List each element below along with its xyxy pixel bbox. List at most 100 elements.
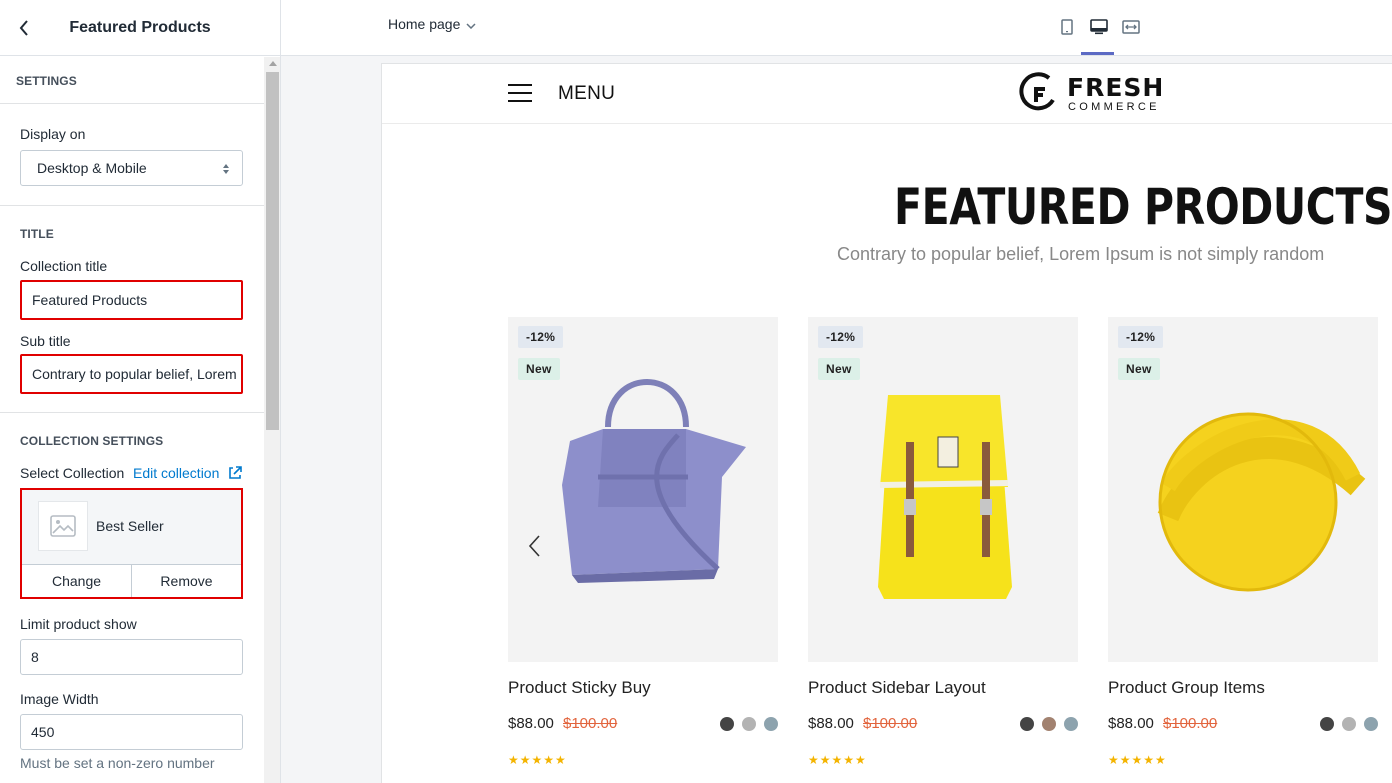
product-card[interactable]: -12% New Product Sticky Buy $88.00 $100.…: [508, 317, 778, 767]
new-badge: New: [818, 358, 860, 380]
collection-image-placeholder-icon: [38, 501, 88, 551]
limit-product-label: Limit product show: [20, 616, 137, 632]
discount-badge: -12%: [518, 326, 564, 348]
color-swatches: [720, 717, 778, 731]
scrollbar-thumb[interactable]: [266, 72, 279, 430]
chevron-left-icon[interactable]: [527, 534, 547, 560]
image-width-value: 450: [31, 724, 55, 740]
subtitle-label: Sub title: [20, 333, 71, 349]
price-row: $88.00 $100.00: [1108, 715, 1378, 735]
store-logo[interactable]: FRESH COMMERCE: [1019, 70, 1164, 118]
image-width-help: Must be set a non-zero number: [20, 755, 215, 771]
price-row: $88.00 $100.00: [808, 715, 1078, 735]
display-on-section: Display on Desktop & Mobile: [0, 104, 264, 206]
external-link-icon[interactable]: [228, 466, 242, 485]
section-subtitle: Contrary to popular belief, Lorem Ipsum …: [837, 244, 1325, 264]
product-price: $88.00: [508, 715, 554, 732]
product-title[interactable]: Product Sticky Buy: [508, 678, 651, 698]
compare-price: $100.00: [863, 715, 918, 732]
product-price: $88.00: [1108, 715, 1154, 732]
fullwidth-view-icon[interactable]: [1120, 14, 1142, 40]
section-title: FEATURED PRODUCTS: [894, 178, 1392, 236]
compare-price: $100.00: [1163, 715, 1218, 732]
product-image[interactable]: -12% New: [508, 317, 778, 662]
collection-title-value: Featured Products: [32, 292, 148, 308]
selected-collection-card: Best Seller Change Remove: [20, 488, 243, 599]
color-swatch[interactable]: [1020, 717, 1034, 731]
store-preview: MENU FRESH COMMERCE FEATURED PRODUCTS Co…: [381, 63, 1392, 783]
remove-collection-button[interactable]: Remove: [131, 565, 241, 597]
display-on-label: Display on: [20, 126, 86, 142]
sidebar-header: Featured Products: [0, 0, 280, 56]
product-image[interactable]: -12% New: [808, 317, 1078, 662]
compare-price: $100.00: [563, 715, 618, 732]
collection-settings-heading: COLLECTION SETTINGS: [20, 434, 164, 448]
collection-settings-section: COLLECTION SETTINGS Select Collection Ed…: [0, 413, 264, 783]
color-swatch[interactable]: [1320, 717, 1334, 731]
product-card[interactable]: -12% New Product Group Items $88.00 $100…: [1108, 317, 1378, 767]
fresh-logo-icon: [1019, 71, 1059, 117]
mobile-view-icon[interactable]: [1056, 14, 1078, 40]
price-row: $88.00 $100.00: [508, 715, 778, 735]
page-selector-label: Home page: [388, 16, 461, 32]
scroll-up-icon[interactable]: [269, 61, 277, 66]
page-selector[interactable]: Home page: [388, 16, 476, 32]
rating-stars: ★★★★★: [1108, 753, 1167, 767]
new-badge: New: [518, 358, 560, 380]
color-swatch[interactable]: [1042, 717, 1056, 731]
collection-title-label: Collection title: [20, 258, 108, 274]
product-title[interactable]: Product Sidebar Layout: [808, 678, 986, 698]
sidebar-scrollbar[interactable]: [264, 57, 280, 783]
display-on-select[interactable]: Desktop & Mobile: [20, 150, 243, 186]
product-card[interactable]: -12% New Product Sidebar Layout $88.00 $…: [808, 317, 1078, 767]
color-swatch[interactable]: [1064, 717, 1078, 731]
subtitle-value: Contrary to popular belief, Lorem Ipsum …: [32, 366, 241, 382]
sidebar-body: SETTINGS Display on Desktop & Mobile TIT…: [0, 57, 264, 783]
sidebar-title: Featured Products: [69, 18, 211, 36]
back-arrow-icon[interactable]: [10, 14, 38, 42]
product-price: $88.00: [808, 715, 854, 732]
active-view-indicator: [1081, 52, 1114, 55]
color-swatches: [1320, 717, 1378, 731]
color-swatch[interactable]: [1342, 717, 1356, 731]
logo-sub: COMMERCE: [1068, 100, 1160, 113]
product-image[interactable]: -12% New: [1108, 317, 1378, 662]
view-switcher: [1056, 14, 1142, 40]
settings-section: SETTINGS: [0, 57, 264, 104]
title-section-heading: TITLE: [20, 227, 54, 241]
rating-stars: ★★★★★: [508, 753, 567, 767]
color-swatch[interactable]: [764, 717, 778, 731]
product-title[interactable]: Product Group Items: [1108, 678, 1265, 698]
editor-topbar: Home page: [281, 0, 1392, 56]
hamburger-menu-icon[interactable]: [508, 82, 534, 104]
title-section: TITLE Collection title Featured Products…: [0, 206, 264, 413]
color-swatch[interactable]: [720, 717, 734, 731]
limit-product-input[interactable]: 8: [20, 639, 243, 675]
settings-label: SETTINGS: [16, 74, 77, 88]
collection-actions: Change Remove: [22, 564, 241, 597]
color-swatch[interactable]: [742, 717, 756, 731]
color-swatches: [1020, 717, 1078, 731]
settings-sidebar: Featured Products SETTINGS Display on De…: [0, 0, 281, 783]
store-header: MENU FRESH COMMERCE: [382, 64, 1392, 124]
logo-text: FRESH COMMERCE: [1067, 72, 1165, 114]
color-swatch[interactable]: [1364, 717, 1378, 731]
discount-badge: -12%: [818, 326, 864, 348]
new-badge: New: [1118, 358, 1160, 380]
change-collection-button[interactable]: Change: [22, 565, 131, 597]
desktop-view-icon[interactable]: [1088, 14, 1110, 40]
select-arrows-icon: [222, 162, 230, 178]
collection-title-input[interactable]: Featured Products: [20, 280, 243, 320]
rating-stars: ★★★★★: [808, 753, 867, 767]
subtitle-input[interactable]: Contrary to popular belief, Lorem Ipsum …: [20, 354, 243, 394]
image-width-label: Image Width: [20, 691, 99, 707]
image-width-input[interactable]: 450: [20, 714, 243, 750]
collection-name: Best Seller: [96, 518, 164, 534]
display-on-value: Desktop & Mobile: [37, 160, 147, 176]
menu-label[interactable]: MENU: [558, 83, 615, 105]
limit-product-value: 8: [31, 649, 39, 665]
select-collection-label: Select Collection: [20, 465, 125, 481]
edit-collection-link[interactable]: Edit collection: [133, 465, 219, 481]
logo-brand: FRESH: [1067, 72, 1165, 102]
chevron-down-icon: [466, 16, 476, 32]
